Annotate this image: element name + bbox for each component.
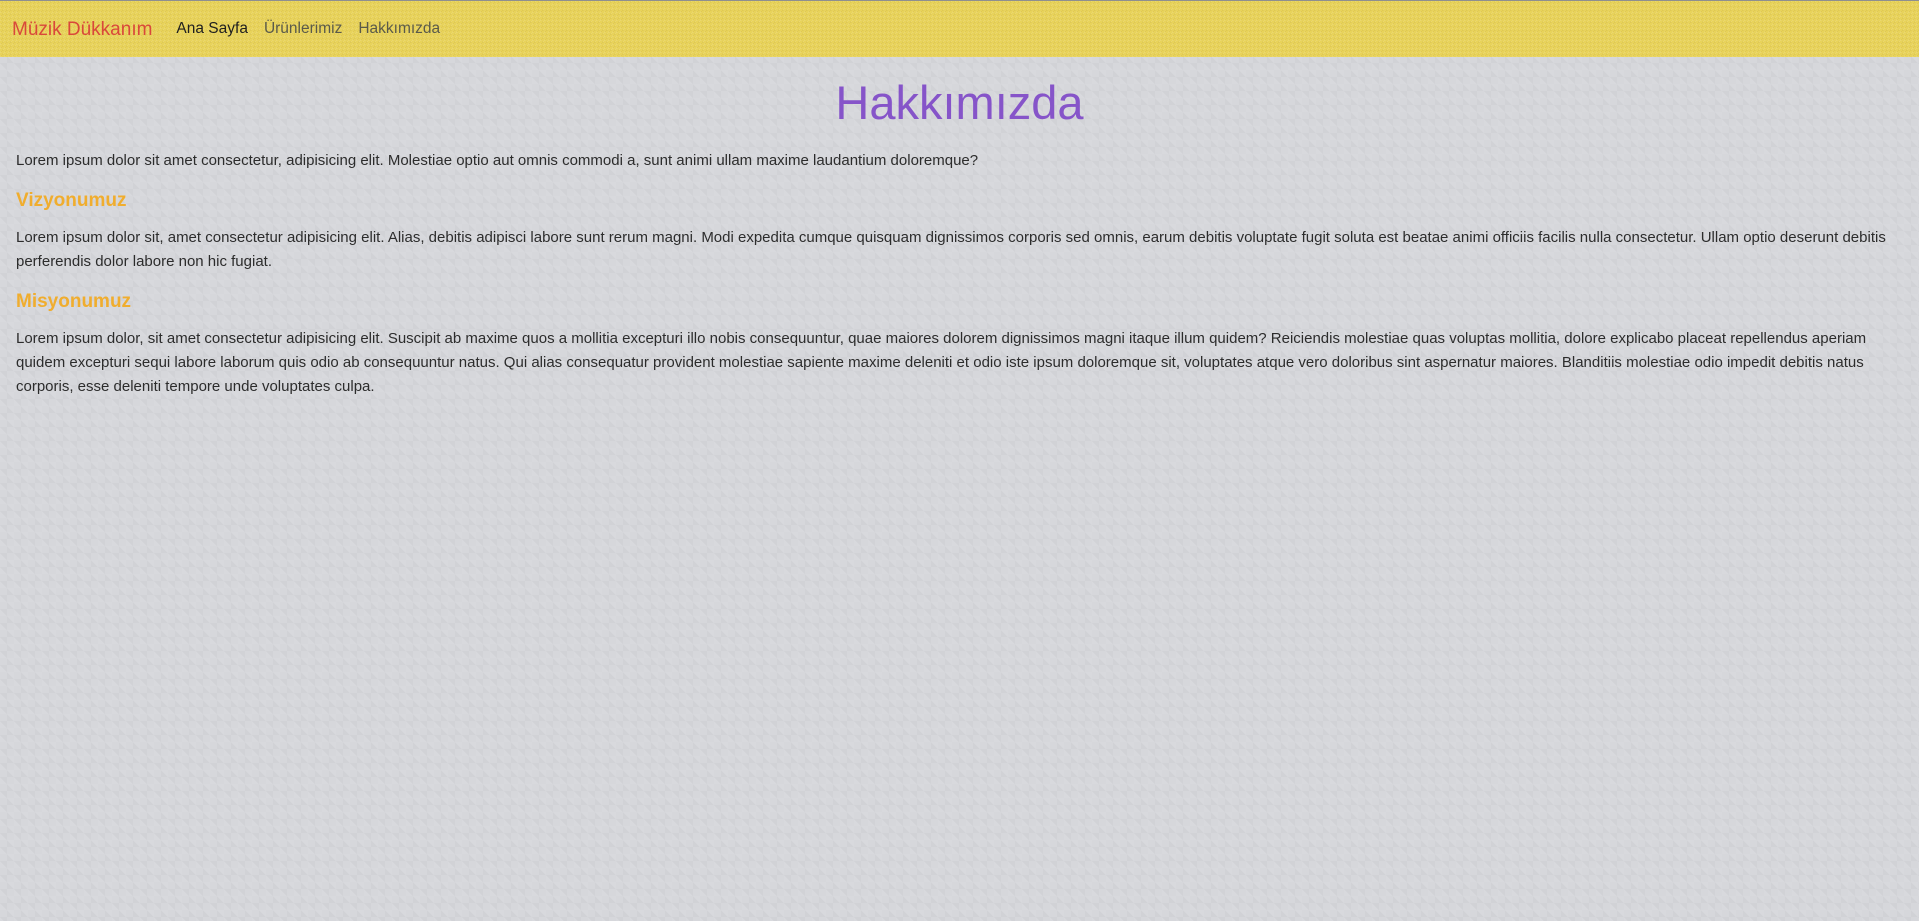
- page-title: Hakkımızda: [835, 76, 1084, 129]
- nav-link-about[interactable]: Hakkımızda: [358, 21, 440, 37]
- nav-link-products[interactable]: Ürünlerimiz: [264, 21, 342, 37]
- intro-paragraph: Lorem ipsum dolor sit amet consectetur, …: [16, 152, 979, 169]
- mission-heading: Misyonumuz: [16, 291, 132, 312]
- nav-links: Ana Sayfa Ürünlerimiz Hakkımızda: [176, 21, 440, 37]
- brand-link[interactable]: Müzik Dükkanım: [12, 20, 152, 39]
- vision-paragraph: Lorem ipsum dolor sit, amet consectetur …: [16, 229, 1886, 270]
- nav-link-home[interactable]: Ana Sayfa: [176, 21, 248, 37]
- vision-heading: Vizyonumuz: [16, 190, 127, 211]
- mission-paragraph: Lorem ipsum dolor, sit amet consectetur …: [16, 330, 1867, 395]
- top-navbar: Müzik Dükkanım Ana Sayfa Ürünlerimiz Hak…: [0, 0, 1919, 57]
- about-content: Lorem ipsum dolor sit amet consectetur, …: [16, 149, 1903, 399]
